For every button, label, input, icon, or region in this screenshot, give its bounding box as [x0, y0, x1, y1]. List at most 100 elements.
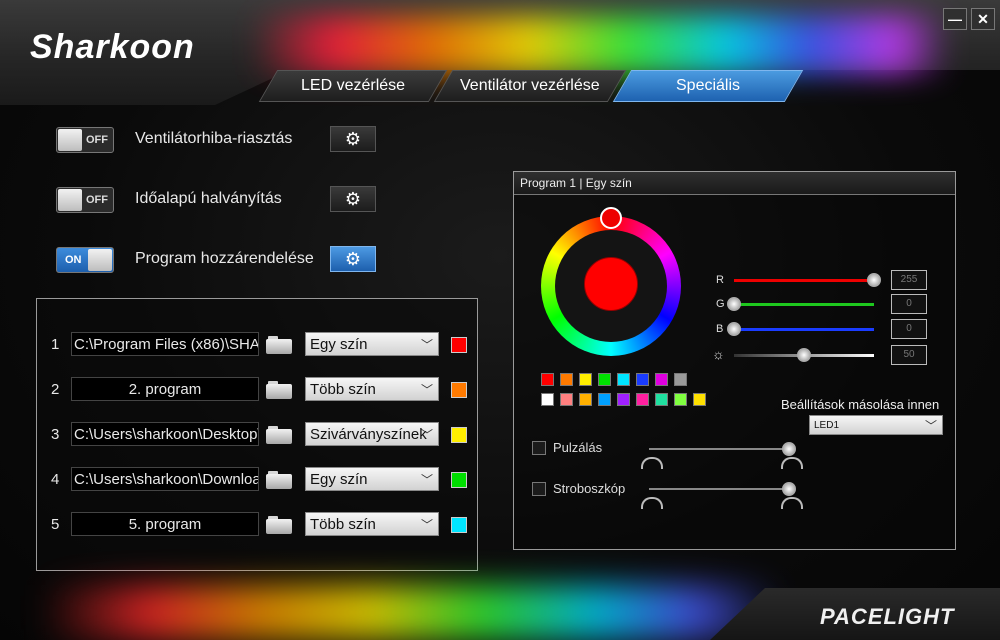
palette-swatch[interactable] — [655, 373, 668, 386]
palette-swatch[interactable] — [541, 393, 554, 406]
folder-icon[interactable] — [266, 469, 292, 489]
palette-swatch[interactable] — [560, 373, 573, 386]
program-color-swatch[interactable] — [451, 427, 467, 443]
pulse-checkbox[interactable] — [532, 441, 546, 455]
copy-settings-value: LED1 — [814, 420, 840, 431]
color-wheel-handle[interactable] — [600, 207, 622, 229]
tab-led-control[interactable]: LED vezérlése — [258, 70, 448, 102]
palette-swatch[interactable] — [560, 393, 573, 406]
green-label: G — [716, 298, 725, 310]
toggle-knob — [88, 249, 112, 271]
palette-swatch[interactable] — [636, 373, 649, 386]
program-assignment-settings-button[interactable]: ⚙ — [330, 246, 376, 272]
time-dimming-toggle[interactable]: OFF — [56, 187, 114, 213]
toggle-knob — [58, 129, 82, 151]
toggle-state: OFF — [86, 134, 108, 146]
program-color-swatch[interactable] — [451, 517, 467, 533]
tab-fan-control[interactable]: Ventilátor vezérlése — [433, 70, 627, 102]
close-button[interactable]: ✕ — [971, 8, 995, 30]
program-path-input[interactable]: C:\Users\sharkoon\Desktop\I — [71, 422, 259, 446]
blue-label: B — [716, 323, 724, 335]
tab-label: LED vezérlése — [300, 77, 406, 94]
program-mode-select[interactable]: Több szín ﹀ — [305, 377, 439, 401]
program-mode-value: Több szín — [310, 381, 376, 398]
brightness-value-input[interactable]: 50 — [891, 345, 927, 365]
program-mode-select[interactable]: Szivárványszínek ﹀ — [305, 422, 439, 446]
palette-swatch[interactable] — [674, 373, 687, 386]
brightness-slider-handle[interactable] — [797, 348, 811, 362]
gear-icon: ⚙ — [344, 129, 362, 149]
program-color-swatch[interactable] — [451, 337, 467, 353]
palette-swatch[interactable] — [636, 393, 649, 406]
chevron-down-icon: ﹀ — [420, 428, 433, 442]
folder-icon[interactable] — [266, 424, 292, 444]
pulse-speed-handle[interactable] — [782, 442, 796, 456]
palette-swatch[interactable] — [579, 393, 592, 406]
program-path-input[interactable]: C:\Program Files (x86)\SHAF — [71, 332, 259, 356]
green-slider-handle[interactable] — [727, 297, 741, 311]
program-assignment-toggle[interactable]: ON — [56, 247, 114, 273]
blue-slider[interactable] — [734, 328, 874, 331]
palette-swatch[interactable] — [693, 393, 706, 406]
program-mode-select[interactable]: Több szín ﹀ — [305, 512, 439, 536]
rainbow-glow-bottom — [40, 585, 780, 640]
color-settings-panel: Program 1 | Egy szín R 255 G 0 B 0 ☼ 50 … — [513, 171, 956, 550]
palette-swatch[interactable] — [579, 373, 592, 386]
green-slider[interactable] — [734, 303, 874, 306]
program-number: 2 — [51, 381, 60, 398]
red-slider[interactable] — [734, 279, 874, 282]
toggle-knob — [58, 189, 82, 211]
blue-slider-handle[interactable] — [727, 322, 741, 336]
program-mode-value: Egy szín — [310, 336, 368, 353]
chevron-down-icon: ﹀ — [420, 518, 433, 532]
program-color-swatch[interactable] — [451, 472, 467, 488]
program-mode-value: Egy szín — [310, 471, 368, 488]
folder-icon[interactable] — [266, 514, 292, 534]
time-dimming-settings-button[interactable]: ⚙ — [330, 186, 376, 212]
pulse-speed-slider[interactable] — [649, 448, 789, 450]
strobe-checkbox[interactable] — [532, 482, 546, 496]
program-mode-select[interactable]: Egy szín ﹀ — [305, 467, 439, 491]
red-value-input[interactable]: 255 — [891, 270, 927, 290]
pacelight-logo: PACELIGHT — [820, 604, 955, 629]
program-number: 3 — [51, 426, 60, 443]
minimize-button[interactable]: — — [943, 8, 967, 30]
program-path-input[interactable]: C:\Users\sharkoon\Download — [71, 467, 259, 491]
folder-icon[interactable] — [266, 334, 292, 354]
tab-label: Speciális — [675, 77, 741, 94]
fast-gauge-icon — [781, 457, 803, 469]
chevron-down-icon: ﹀ — [420, 383, 433, 397]
fan-alarm-label: Ventilátorhiba-riasztás — [135, 130, 293, 147]
program-path-input[interactable]: 5. program — [71, 512, 259, 536]
program-assignment-label: Program hozzárendelése — [135, 250, 314, 267]
chevron-down-icon: ﹀ — [420, 338, 433, 352]
sharkoon-logo: Sharkoon — [30, 28, 195, 66]
chevron-down-icon: ﹀ — [420, 473, 433, 487]
program-mode-value: Szivárványszínek — [310, 426, 427, 443]
slow-gauge-icon — [641, 497, 663, 509]
palette-swatch[interactable] — [617, 393, 630, 406]
fan-alarm-settings-button[interactable]: ⚙ — [330, 126, 376, 152]
strobe-speed-slider[interactable] — [649, 488, 789, 490]
color-panel-title: Program 1 | Egy szín — [514, 172, 955, 195]
color-wheel[interactable] — [541, 207, 681, 356]
palette-swatch[interactable] — [617, 373, 630, 386]
program-color-swatch[interactable] — [451, 382, 467, 398]
palette-swatch[interactable] — [655, 393, 668, 406]
toggle-state: OFF — [86, 194, 108, 206]
program-mode-select[interactable]: Egy szín ﹀ — [305, 332, 439, 356]
palette-swatch[interactable] — [598, 373, 611, 386]
green-value-input[interactable]: 0 — [891, 294, 927, 314]
tab-special[interactable]: Speciális — [612, 70, 804, 102]
strobe-speed-handle[interactable] — [782, 482, 796, 496]
palette-swatch[interactable] — [598, 393, 611, 406]
palette-swatch[interactable] — [541, 373, 554, 386]
program-path-input[interactable]: 2. program — [71, 377, 259, 401]
folder-icon[interactable] — [266, 379, 292, 399]
fan-alarm-toggle[interactable]: OFF — [56, 127, 114, 153]
palette-swatch[interactable] — [674, 393, 687, 406]
red-slider-handle[interactable] — [867, 273, 881, 287]
strobe-label: Stroboszkóp — [553, 481, 626, 496]
copy-settings-select[interactable]: LED1 ﹀ — [809, 415, 943, 435]
blue-value-input[interactable]: 0 — [891, 319, 927, 339]
